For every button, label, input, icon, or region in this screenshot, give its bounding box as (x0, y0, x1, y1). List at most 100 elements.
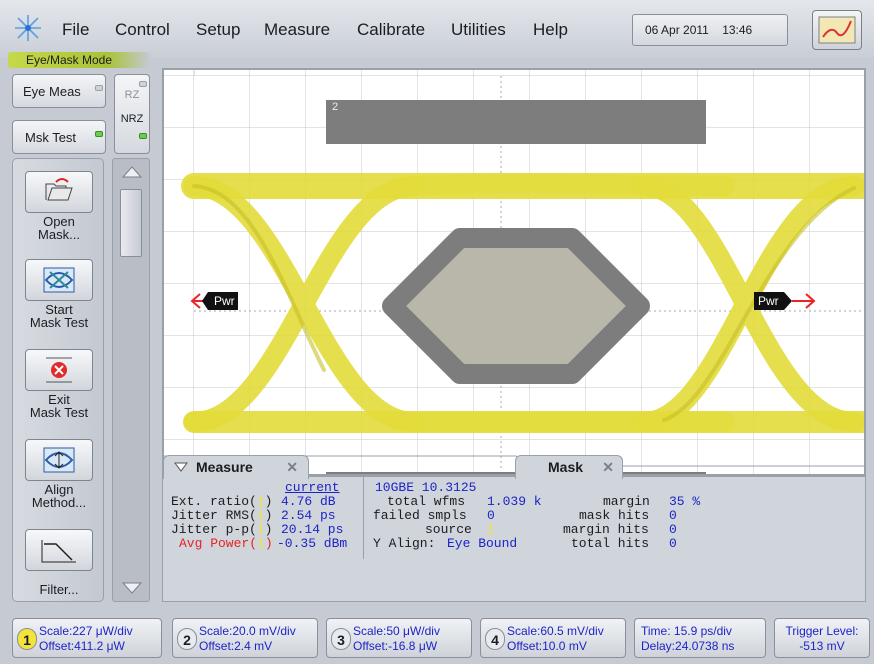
meas-value-avg-power: -0.35 dBm (277, 536, 348, 551)
scroll-up-icon[interactable] (121, 165, 143, 179)
channel-3-offset: Offset:-16.8 μW (353, 639, 438, 653)
close-measure-icon[interactable]: ✕ (286, 459, 298, 476)
scope-display[interactable]: 2 Pwr Pwr (162, 68, 866, 476)
meas-row-avg-power[interactable]: Avg Power(1) (179, 537, 273, 551)
tab-mask[interactable]: Mask ✕ (515, 455, 623, 479)
channel-1-scale: Scale:227 μW/div (39, 624, 133, 638)
filter-button[interactable]: Filter... (25, 529, 93, 596)
lowpass-filter-icon (25, 529, 93, 571)
mask-region-center (382, 228, 650, 384)
align-eye-icon (25, 439, 93, 481)
source-value: 1 (487, 522, 495, 537)
channel-2-status[interactable]: 2 Scale:20.0 mV/div Offset:2.4 mV (172, 618, 318, 658)
channel-2-badge: 2 (177, 628, 197, 650)
mask-tool-panel: Open Mask... Start Mask Test Exit Mask Test… (12, 158, 104, 602)
open-mask-line2: Mask... (38, 227, 80, 242)
channel-4-status[interactable]: 4 Scale:60.5 mV/div Offset:10.0 mV (480, 618, 626, 658)
mask-region-top (326, 100, 706, 144)
channel-2-offset: Offset:2.4 mV (199, 639, 273, 653)
margin-value: 35 % (669, 494, 701, 509)
scope-window-button[interactable] (812, 10, 862, 50)
meas-row-jitter-pp[interactable]: Jitter p-p(1) (171, 523, 272, 537)
meas-value-jitter-pp: 20.14 ps (281, 522, 344, 537)
panel-divider (363, 477, 364, 559)
waveform-icon (818, 16, 856, 44)
margin-hits-label: margin hits (563, 522, 649, 537)
mode-label: Eye/Mask Mode (8, 52, 150, 68)
mask-eye-icon (25, 259, 93, 301)
rz-nrz-selector[interactable]: RZ NRZ (114, 74, 150, 154)
meas-row-jitter-rms[interactable]: Jitter RMS(1) (171, 509, 272, 523)
channel-4-badge: 4 (485, 628, 505, 650)
start-mask-test-button[interactable]: Start Mask Test (25, 259, 93, 329)
menu-bar: File Control Setup Measure Calibrate Uti… (0, 0, 874, 58)
meas-header: current (285, 480, 340, 495)
mask-hits-value: 0 (669, 508, 677, 523)
menu-utilities[interactable]: Utilities (451, 20, 506, 40)
menu-setup[interactable]: Setup (196, 20, 240, 40)
menu-file[interactable]: File (62, 20, 89, 40)
channel-3-scale: Scale:50 μW/div (353, 624, 440, 638)
msk-test-button[interactable]: Msk Test (12, 120, 106, 154)
exit-mask-test-line2: Mask Test (29, 405, 89, 420)
trigger-label: Trigger Level: (785, 624, 859, 638)
menu-measure[interactable]: Measure (264, 20, 330, 40)
menu-help[interactable]: Help (533, 20, 568, 40)
scroll-down-icon[interactable] (121, 581, 143, 595)
power-marker-right-text: Pwr (758, 294, 779, 308)
margin-label: margin (603, 494, 650, 509)
tool-scrollbar[interactable] (112, 158, 150, 602)
timebase-scale: Time: 15.9 ps/div (641, 624, 732, 638)
tab-measure[interactable]: Measure ✕ (163, 455, 309, 479)
channel-1-badge: 1 (17, 628, 37, 650)
power-marker-left-text: Pwr (214, 294, 235, 308)
y-align-value: Eye Bound (447, 536, 518, 551)
date-time-display: 06 Apr 2011 13:46 (632, 14, 788, 46)
menu-control[interactable]: Control (115, 20, 170, 40)
tab-measure-label: Measure (196, 459, 253, 475)
channel-3-status[interactable]: 3 Scale:50 μW/div Offset:-16.8 μW (326, 618, 472, 658)
date-text: 06 Apr 2011 (645, 23, 709, 37)
eye-meas-led-icon (95, 85, 103, 91)
rz-led-icon (139, 81, 147, 87)
total-wfms-value: 1.039 k (487, 494, 542, 509)
failed-smpls-label: failed smpls (373, 508, 467, 523)
power-marker-left[interactable]: Pwr (190, 292, 238, 310)
channel-2-scale: Scale:20.0 mV/div (199, 624, 296, 638)
scroll-thumb[interactable] (120, 189, 142, 257)
nrz-led-icon (139, 133, 147, 139)
open-mask-button[interactable]: Open Mask... (25, 171, 93, 241)
channel-4-scale: Scale:60.5 mV/div (507, 624, 604, 638)
meas-row-ext-ratio[interactable]: Ext. ratio(1) (171, 495, 272, 509)
eye-meas-button[interactable]: Eye Meas (12, 74, 106, 108)
channel-3-badge: 3 (331, 628, 351, 650)
total-hits-value: 0 (669, 536, 677, 551)
measurement-panel: Measure ✕ Mask ✕ current Ext. ratio(1) 4… (162, 455, 866, 602)
channel-1-status[interactable]: 1 Scale:227 μW/div Offset:411.2 μW (12, 618, 162, 658)
exit-mask-test-button[interactable]: Exit Mask Test (25, 349, 93, 419)
menu-calibrate[interactable]: Calibrate (357, 20, 425, 40)
channel-4-offset: Offset:10.0 mV (507, 639, 587, 653)
eye-diagram: 2 Pwr Pwr (164, 70, 864, 474)
y-align-label: Y Align: (373, 536, 436, 551)
meas-value-jitter-rms: 2.54 ps (281, 508, 336, 523)
timebase-delay: Delay:24.0738 ns (641, 639, 735, 653)
msk-test-label: Msk Test (25, 130, 77, 145)
eye-meas-label: Eye Meas (23, 84, 81, 99)
align-method-line2: Method... (31, 495, 87, 510)
mask-hits-label: mask hits (579, 508, 650, 523)
tab-mask-label: Mask (548, 459, 584, 475)
source-label: source (425, 522, 472, 537)
trigger-status[interactable]: Trigger Level: -513 mV (774, 618, 870, 658)
collapse-triangle-icon[interactable] (174, 462, 188, 472)
failed-smpls-value: 0 (487, 508, 495, 523)
open-folder-icon (25, 171, 93, 213)
close-mask-icon[interactable]: ✕ (602, 459, 614, 476)
filter-label: Filter... (39, 582, 79, 597)
trigger-value: -513 mV (799, 639, 845, 653)
nrz-option[interactable]: NRZ (115, 113, 149, 125)
align-method-button[interactable]: Align Method... (25, 439, 93, 509)
agilent-logo-icon (15, 15, 41, 41)
rz-option[interactable]: RZ (115, 89, 149, 101)
timebase-status[interactable]: Time: 15.9 ps/div Delay:24.0738 ns (634, 618, 766, 658)
